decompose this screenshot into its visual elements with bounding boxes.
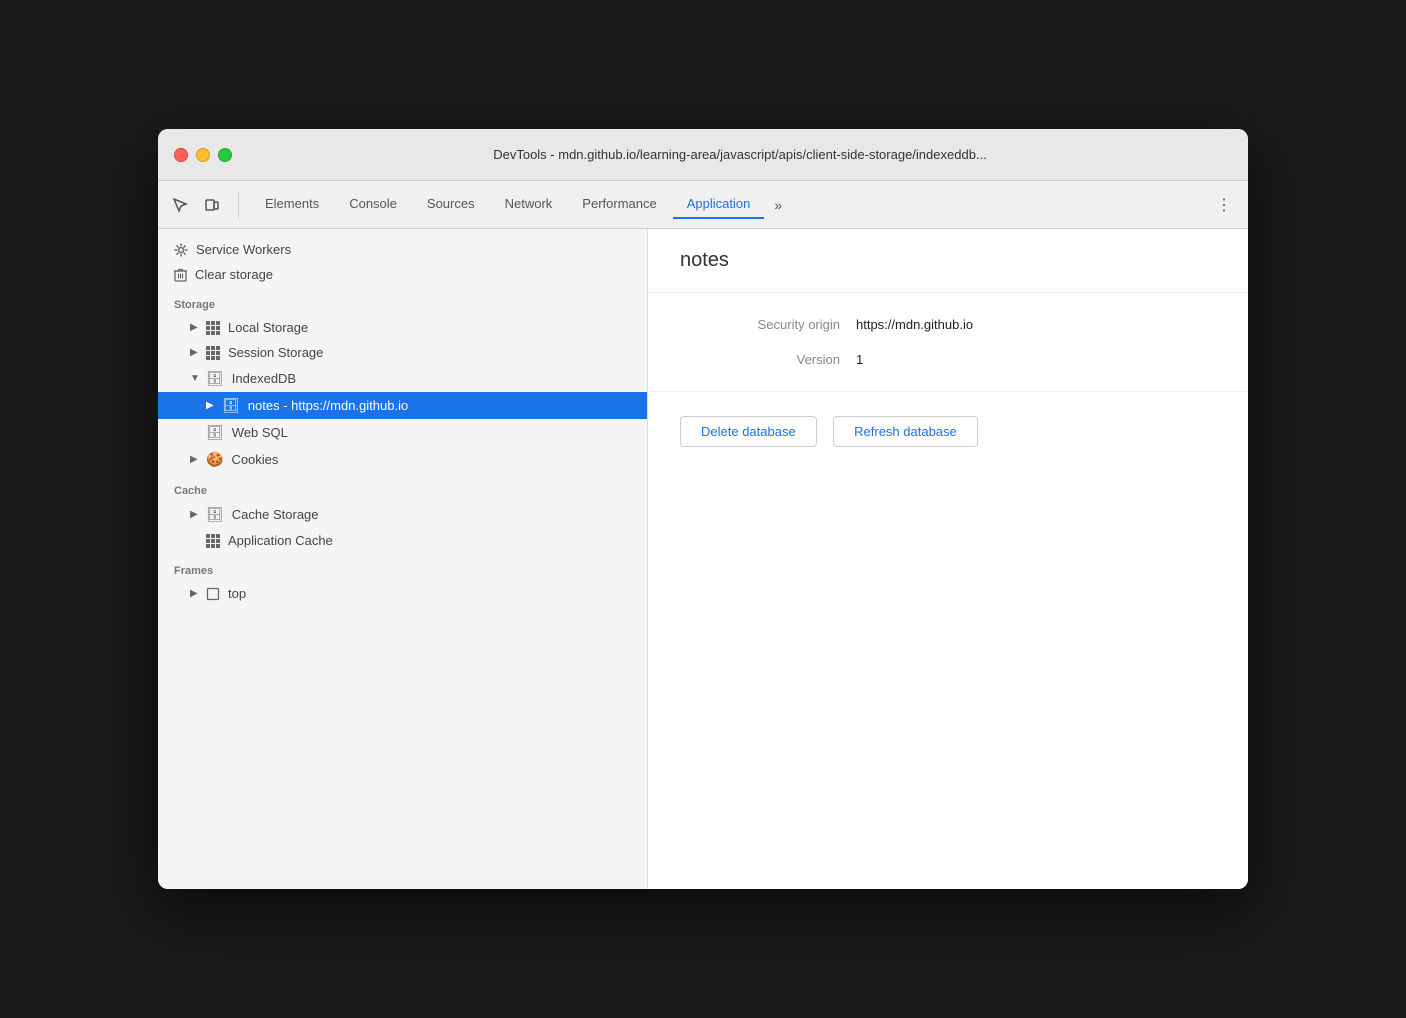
sidebar-item-service-workers[interactable]: Service Workers <box>158 237 647 262</box>
security-origin-value: https://mdn.github.io <box>856 317 973 332</box>
sidebar-item-session-storage[interactable]: ▶ Session Storage <box>158 340 647 365</box>
devtools-window: DevTools - mdn.github.io/learning-area/j… <box>158 129 1248 889</box>
tab-network[interactable]: Network <box>491 190 567 219</box>
app-cache-icon <box>206 534 220 548</box>
tab-sources[interactable]: Sources <box>413 190 489 219</box>
sidebar-item-web-sql[interactable]: 🗄 Web SQL <box>158 419 647 446</box>
action-section: Delete database Refresh database <box>648 392 1248 471</box>
arrow-right-icon: ▶ <box>190 347 200 358</box>
tab-application[interactable]: Application <box>673 190 765 219</box>
sidebar-item-local-storage[interactable]: ▶ Local Storage <box>158 315 647 340</box>
titlebar: DevTools - mdn.github.io/learning-area/j… <box>158 129 1248 181</box>
toolbar: Elements Console Sources Network Perform… <box>158 181 1248 229</box>
security-origin-label: Security origin <box>680 317 840 332</box>
sidebar-item-app-cache[interactable]: Application Cache <box>158 528 647 553</box>
sidebar-item-clear-storage[interactable]: Clear storage <box>158 262 647 287</box>
arrow-right-icon: ▶ <box>190 322 200 333</box>
toolbar-icons <box>166 191 239 219</box>
maximize-button[interactable] <box>218 148 232 162</box>
info-section: Security origin https://mdn.github.io Ve… <box>648 293 1248 392</box>
close-button[interactable] <box>174 148 188 162</box>
inspect-icon[interactable] <box>166 191 194 219</box>
clear-storage-label: Clear storage <box>195 267 273 282</box>
notes-db-icon: 🗄 <box>222 397 240 414</box>
notes-item-label: notes - https://mdn.github.io <box>248 398 408 413</box>
window-title: DevTools - mdn.github.io/learning-area/j… <box>248 147 1232 162</box>
tab-performance[interactable]: Performance <box>568 190 670 219</box>
arrow-right-icon: ▶ <box>190 454 200 465</box>
arrow-right-icon: ▶ <box>206 400 216 411</box>
content-area: Service Workers Clear storage Storage <box>158 229 1248 889</box>
devtools-menu-icon[interactable]: ⋮ <box>1208 191 1240 219</box>
cache-storage-icon: 🗄 <box>206 506 224 523</box>
sidebar-item-cookies[interactable]: ▶ 🍪 Cookies <box>158 446 647 473</box>
cache-storage-label: Cache Storage <box>232 507 319 522</box>
storage-section-label: Storage <box>158 287 647 315</box>
minimize-button[interactable] <box>196 148 210 162</box>
arrow-down-icon: ▼ <box>190 373 200 384</box>
sidebar-item-top-frame[interactable]: ▶ top <box>158 581 647 606</box>
version-value: 1 <box>856 352 863 367</box>
web-sql-label: Web SQL <box>232 425 288 440</box>
web-sql-icon: 🗄 <box>206 424 224 441</box>
app-cache-label: Application Cache <box>228 533 333 548</box>
main-panel: notes Security origin https://mdn.github… <box>648 229 1248 889</box>
session-storage-icon <box>206 346 220 360</box>
cookies-icon: 🍪 <box>206 451 223 468</box>
arrow-right-icon: ▶ <box>190 509 200 520</box>
local-storage-label: Local Storage <box>228 320 308 335</box>
local-storage-icon <box>206 321 220 335</box>
security-origin-row: Security origin https://mdn.github.io <box>680 317 1216 332</box>
tab-console[interactable]: Console <box>335 190 411 219</box>
tab-bar: Elements Console Sources Network Perform… <box>251 190 790 219</box>
version-label: Version <box>680 352 840 367</box>
gear-icon <box>174 243 188 257</box>
indexeddb-label: IndexedDB <box>232 371 296 386</box>
sidebar-item-cache-storage[interactable]: ▶ 🗄 Cache Storage <box>158 501 647 528</box>
service-workers-label: Service Workers <box>196 242 291 257</box>
device-toggle-icon[interactable] <box>198 191 226 219</box>
session-storage-label: Session Storage <box>228 345 323 360</box>
refresh-database-button[interactable]: Refresh database <box>833 416 978 447</box>
delete-database-button[interactable]: Delete database <box>680 416 817 447</box>
sidebar: Service Workers Clear storage Storage <box>158 229 648 889</box>
sidebar-item-indexeddb[interactable]: ▼ 🗄 IndexedDB <box>158 365 647 392</box>
cookies-label: Cookies <box>231 452 278 467</box>
version-row: Version 1 <box>680 352 1216 367</box>
tab-elements[interactable]: Elements <box>251 190 333 219</box>
indexeddb-icon: 🗄 <box>206 370 224 387</box>
frames-section-label: Frames <box>158 553 647 581</box>
arrow-right-icon: ▶ <box>190 588 200 599</box>
cache-section-label: Cache <box>158 473 647 501</box>
panel-title: notes <box>648 229 1248 293</box>
trash-icon <box>174 268 187 282</box>
frame-icon <box>206 587 220 601</box>
sidebar-item-notes-db[interactable]: ▶ 🗄 notes - https://mdn.github.io <box>158 392 647 419</box>
top-frame-label: top <box>228 586 246 601</box>
traffic-lights <box>174 148 232 162</box>
more-tabs-icon[interactable]: » <box>766 193 790 217</box>
